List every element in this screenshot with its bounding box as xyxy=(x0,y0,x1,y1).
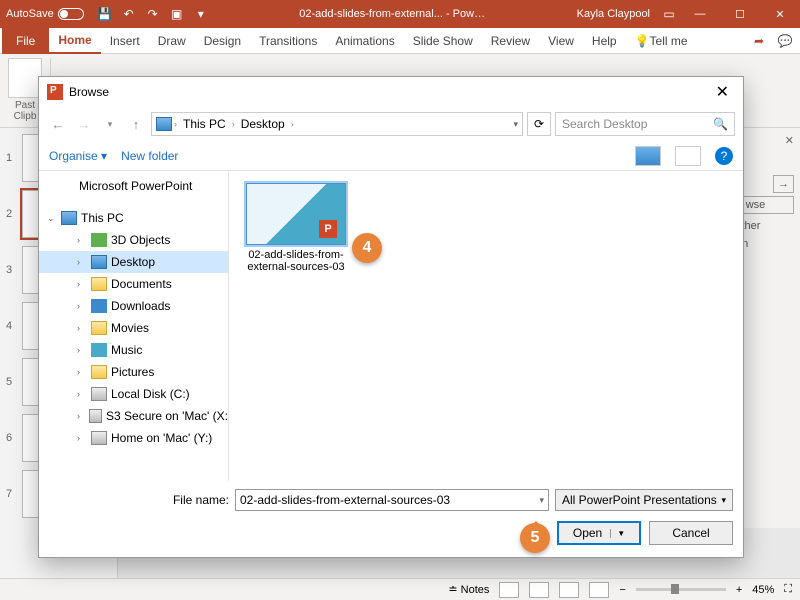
breadcrumb-desktop[interactable]: Desktop xyxy=(237,117,289,131)
network-drive-icon xyxy=(91,431,107,445)
close-window-button[interactable]: ✕ xyxy=(760,0,800,28)
pictures-icon xyxy=(91,365,107,379)
zoom-in-icon[interactable]: + xyxy=(736,584,742,596)
chevron-down-icon[interactable]: ▾ xyxy=(539,495,544,506)
documents-icon xyxy=(91,277,107,291)
music-icon xyxy=(91,343,107,357)
folder-tree[interactable]: Microsoft PowerPoint ⌄This PC ›3D Object… xyxy=(39,171,229,481)
notes-button[interactable]: ≐ Notes xyxy=(448,583,489,596)
status-bar: ≐ Notes − + 45% ⛶ xyxy=(0,578,800,600)
preview-pane-icon[interactable] xyxy=(675,146,701,166)
normal-view-icon[interactable] xyxy=(499,582,519,598)
arrow-icon[interactable]: → xyxy=(773,175,794,193)
toggle-off-icon xyxy=(58,8,84,20)
reading-view-icon[interactable] xyxy=(559,582,579,598)
view-mode-icon[interactable] xyxy=(635,146,661,166)
file-item[interactable]: P 02-add-slides-from-external-sources-03 xyxy=(241,183,351,273)
title-bar: AutoSave 💾 ↶ ↷ ▣ ▾ 02-add-slides-from-ex… xyxy=(0,0,800,28)
tab-review[interactable]: Review xyxy=(482,28,539,54)
minimize-button[interactable]: — xyxy=(680,0,720,28)
file-type-filter[interactable]: All PowerPoint Presentations▾ xyxy=(555,489,733,511)
tab-help[interactable]: Help xyxy=(583,28,626,54)
tab-view[interactable]: View xyxy=(539,28,583,54)
nav-recent-icon[interactable]: ▾ xyxy=(99,113,121,135)
chevron-down-icon[interactable]: ▾ xyxy=(513,119,518,130)
expand-icon[interactable]: ⌄ xyxy=(47,213,57,224)
callout-4: 4 xyxy=(352,233,382,263)
file-name: 02-add-slides-from-external-sources-03 xyxy=(241,249,351,273)
close-pane-icon[interactable]: ✕ xyxy=(785,134,794,147)
tab-draw[interactable]: Draw xyxy=(149,28,195,54)
zoom-slider[interactable] xyxy=(636,588,726,591)
powerpoint-badge-icon: P xyxy=(319,220,337,238)
autosave-toggle[interactable]: AutoSave xyxy=(0,8,90,20)
powerpoint-icon xyxy=(47,84,63,100)
filename-label: File name: xyxy=(49,493,229,507)
search-input[interactable]: Search Desktop 🔍 xyxy=(555,112,735,136)
redo-icon[interactable]: ↷ xyxy=(142,3,164,25)
drive-icon xyxy=(91,387,107,401)
tab-insert[interactable]: Insert xyxy=(101,28,149,54)
powerpoint-icon xyxy=(61,179,75,193)
share-icon[interactable]: ➦ xyxy=(746,34,772,48)
slideshow-view-icon[interactable] xyxy=(589,582,609,598)
movies-icon xyxy=(91,321,107,335)
3d-objects-icon xyxy=(91,233,107,247)
fit-to-window-icon[interactable]: ⛶ xyxy=(784,583,792,596)
help-icon[interactable]: ? xyxy=(715,147,733,165)
sorter-view-icon[interactable] xyxy=(529,582,549,598)
tab-design[interactable]: Design xyxy=(195,28,250,54)
tab-slideshow[interactable]: Slide Show xyxy=(404,28,482,54)
cancel-button[interactable]: Cancel xyxy=(649,521,733,545)
tab-file[interactable]: File xyxy=(2,28,49,54)
tree-desktop[interactable]: ›Desktop xyxy=(39,251,228,273)
qat-more-icon[interactable]: ▾ xyxy=(190,3,212,25)
filename-input[interactable]: 02-add-slides-from-external-sources-03▾ xyxy=(235,489,549,511)
comments-icon[interactable]: 💬 xyxy=(772,34,798,48)
nav-forward-icon[interactable]: → xyxy=(73,113,95,135)
callout-5: 5 xyxy=(520,523,550,553)
file-thumbnail: P xyxy=(246,183,346,245)
user-name[interactable]: Kayla Claypool xyxy=(569,8,658,20)
start-slideshow-icon[interactable]: ▣ xyxy=(166,3,188,25)
close-dialog-button[interactable]: ✕ xyxy=(710,82,735,102)
nav-up-icon[interactable]: ↑ xyxy=(125,113,147,135)
desktop-icon xyxy=(91,255,107,269)
new-folder-button[interactable]: New folder xyxy=(121,149,178,163)
ribbon-tabs: File Home Insert Draw Design Transitions… xyxy=(0,28,800,54)
search-icon: 🔍 xyxy=(713,117,728,131)
document-title: 02-add-slides-from-external... - Pow… xyxy=(216,8,569,20)
clipboard-group-label: Clipb xyxy=(14,111,37,122)
pc-icon xyxy=(61,211,77,225)
save-icon[interactable]: 💾 xyxy=(94,3,116,25)
tell-me-search[interactable]: 💡 Tell me xyxy=(626,28,697,54)
undo-icon[interactable]: ↶ xyxy=(118,3,140,25)
pc-icon xyxy=(156,117,172,131)
paste-label: Past xyxy=(15,100,35,111)
maximize-button[interactable]: ☐ xyxy=(720,0,760,28)
breadcrumb-this-pc[interactable]: This PC xyxy=(179,117,230,131)
dialog-title: Browse xyxy=(69,85,109,99)
organize-button[interactable]: Organise ▾ xyxy=(49,149,107,163)
network-drive-icon xyxy=(89,409,102,423)
refresh-icon[interactable]: ⟳ xyxy=(527,112,551,136)
file-list[interactable]: P 02-add-slides-from-external-sources-03 xyxy=(229,171,743,481)
downloads-icon xyxy=(91,299,107,313)
tab-transitions[interactable]: Transitions xyxy=(250,28,326,54)
zoom-level[interactable]: 45% xyxy=(752,584,774,596)
browse-dialog: Browse ✕ ← → ▾ ↑ › This PC › Desktop › ▾… xyxy=(38,76,744,558)
address-bar[interactable]: › This PC › Desktop › ▾ xyxy=(151,112,523,136)
zoom-out-icon[interactable]: − xyxy=(619,584,625,596)
nav-back-icon[interactable]: ← xyxy=(47,113,69,135)
paste-button[interactable] xyxy=(8,58,42,98)
open-button[interactable]: Open▼ xyxy=(557,521,641,545)
tab-home[interactable]: Home xyxy=(49,28,100,54)
account-icon[interactable]: ▭ xyxy=(658,3,680,25)
tab-animations[interactable]: Animations xyxy=(326,28,403,54)
